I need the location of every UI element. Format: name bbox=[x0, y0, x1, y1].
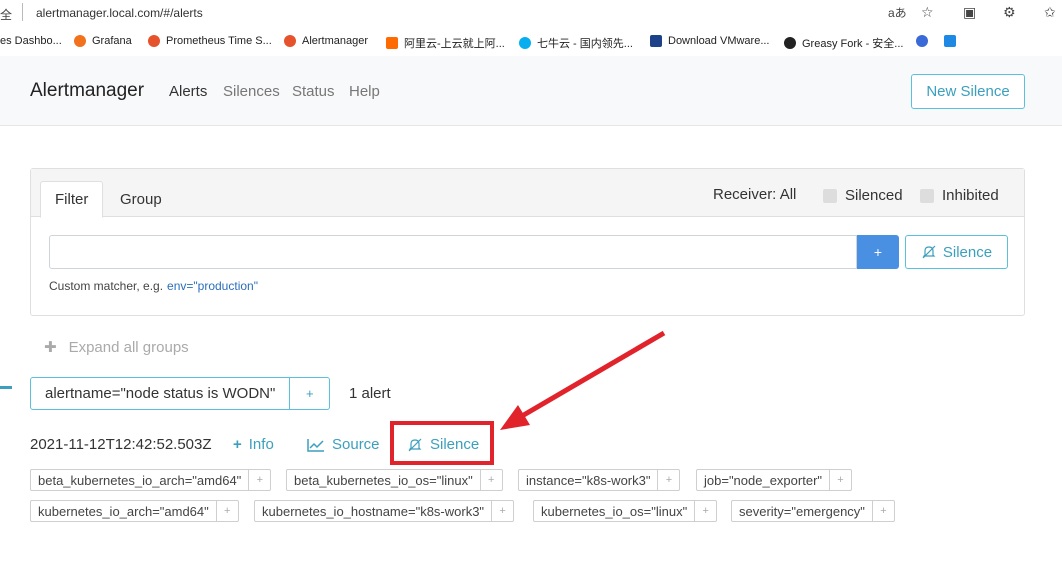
alert-count: 1 alert bbox=[349, 385, 391, 402]
app-navbar: Alertmanager Alerts Silences Status Help… bbox=[0, 56, 1062, 126]
label-add-button[interactable]: + bbox=[249, 469, 272, 491]
bookmark-qiniu[interactable]: 七牛云 - 国内领先... bbox=[519, 35, 633, 51]
nav-alerts[interactable]: Alerts bbox=[169, 83, 207, 100]
label-chip[interactable]: kubernetes_io_os="linux" + bbox=[533, 500, 718, 522]
silenced-checkbox-box[interactable] bbox=[823, 188, 837, 203]
bookmark-grafana[interactable]: Grafana bbox=[74, 35, 132, 47]
bookmark-greasyfork[interactable]: Greasy Fork - 安全... bbox=[784, 35, 903, 51]
prometheus-icon bbox=[148, 35, 160, 47]
favorite-star-icon[interactable]: ☆ bbox=[921, 4, 934, 21]
alert-timestamp: 2021-11-12T12:42:52.503Z bbox=[30, 436, 212, 453]
new-silence-button[interactable]: New Silence bbox=[911, 74, 1025, 109]
read-aloud-icon[interactable]: aあ bbox=[888, 4, 907, 21]
annotation-arrow-shaft bbox=[520, 330, 666, 419]
plus-icon: + bbox=[233, 436, 242, 453]
bell-slash-icon bbox=[922, 245, 936, 259]
label-add-button[interactable]: + bbox=[492, 500, 515, 522]
url-field[interactable]: alertmanager.local.com/#/alerts bbox=[36, 6, 203, 20]
browser-address-bar: 全 alertmanager.local.com/#/alerts aあ ☆ ▣… bbox=[0, 0, 1062, 28]
label-add-button[interactable]: + bbox=[658, 469, 681, 491]
matcher-example: env="production" bbox=[167, 279, 258, 293]
label-chip[interactable]: job="node_exporter" + bbox=[696, 469, 853, 491]
vmware-icon bbox=[650, 35, 662, 47]
nav-silences[interactable]: Silences bbox=[223, 83, 280, 100]
grafana-icon bbox=[74, 35, 86, 47]
bookmark-prometheus[interactable]: Prometheus Time S... bbox=[148, 35, 272, 47]
label-chip[interactable]: severity="emergency" + bbox=[731, 500, 895, 522]
inhibited-checkbox-box[interactable] bbox=[920, 188, 934, 203]
extensions-icon[interactable]: ⚙ bbox=[1003, 4, 1016, 21]
alert-labels-row-2: kubernetes_io_arch="amd64" + kubernetes_i… bbox=[30, 500, 1030, 522]
bookmark-dashboard[interactable]: es Dashbo... bbox=[0, 35, 62, 47]
globe-icon bbox=[916, 35, 928, 47]
label-chip[interactable]: kubernetes_io_hostname="k8s-work3" + bbox=[254, 500, 515, 522]
nav-status[interactable]: Status bbox=[292, 83, 335, 100]
bookmark-extra-2[interactable] bbox=[944, 35, 962, 47]
label-add-button[interactable]: + bbox=[480, 469, 503, 491]
group-label-text[interactable]: alertname="node status is WODN" bbox=[30, 377, 291, 410]
label-add-button[interactable]: + bbox=[872, 500, 895, 522]
tab-filter[interactable]: Filter bbox=[40, 181, 104, 218]
qiniu-icon bbox=[519, 37, 531, 49]
alert-group-label: alertname="node status is WODN" + bbox=[30, 377, 331, 410]
label-add-button[interactable]: + bbox=[695, 500, 718, 522]
alertmanager-fav-icon bbox=[284, 35, 296, 47]
label-add-button[interactable]: + bbox=[830, 469, 853, 491]
nav-help[interactable]: Help bbox=[349, 83, 380, 100]
address-separator bbox=[22, 3, 23, 21]
matcher-hint: Custom matcher, e.g. env="production" bbox=[49, 279, 258, 293]
bookmarks-bar: es Dashbo... Grafana Prometheus Time S..… bbox=[0, 30, 1062, 54]
annotation-highlight-box bbox=[390, 421, 494, 465]
silenced-checkbox[interactable]: Silenced bbox=[823, 187, 903, 204]
bookmark-extra-1[interactable] bbox=[916, 35, 934, 47]
grid-icon bbox=[944, 35, 956, 47]
tab-group[interactable]: Group bbox=[106, 181, 176, 217]
collections-icon[interactable]: ▣ bbox=[963, 4, 976, 21]
inhibited-checkbox[interactable]: Inhibited bbox=[920, 187, 999, 204]
label-chip[interactable]: kubernetes_io_arch="amd64" + bbox=[30, 500, 239, 522]
alert-source-link[interactable]: Source bbox=[307, 436, 380, 453]
annotation-arrow-head bbox=[500, 405, 530, 430]
brand-title[interactable]: Alertmanager bbox=[30, 80, 144, 102]
alert-labels-row-1: beta_kubernetes_io_arch="amd64" + beta_ku… bbox=[30, 469, 1030, 491]
collapse-group-icon[interactable] bbox=[0, 386, 12, 389]
greasyfork-icon bbox=[784, 37, 796, 49]
label-chip[interactable]: beta_kubernetes_io_os="linux" + bbox=[286, 469, 503, 491]
bookmark-alertmanager[interactable]: Alertmanager bbox=[284, 35, 368, 47]
filter-input[interactable] bbox=[49, 235, 857, 269]
security-indicator[interactable]: 全 bbox=[0, 6, 12, 23]
filter-silence-button[interactable]: Silence bbox=[905, 235, 1008, 269]
bookmark-aliyun[interactable]: 阿里云-上云就上阿... bbox=[386, 35, 505, 51]
label-add-button[interactable]: + bbox=[216, 500, 239, 522]
label-chip[interactable]: beta_kubernetes_io_arch="amd64" + bbox=[30, 469, 272, 491]
receiver-select[interactable]: Receiver: All bbox=[713, 186, 796, 203]
add-matcher-button[interactable]: + bbox=[857, 235, 899, 269]
chart-line-icon bbox=[307, 438, 324, 452]
label-chip[interactable]: instance="k8s-work3" + bbox=[518, 469, 681, 491]
group-label-add-button[interactable]: + bbox=[290, 377, 331, 410]
aliyun-icon bbox=[386, 37, 398, 49]
bookmark-vmware[interactable]: Download VMware... bbox=[650, 35, 770, 47]
favorites-bar-icon[interactable]: ✩ bbox=[1044, 4, 1056, 21]
filter-panel-header: Filter Group Receiver: All Silenced Inhi… bbox=[31, 169, 1024, 218]
plus-icon: ✚ bbox=[44, 339, 57, 356]
expand-all-groups[interactable]: ✚ Expand all groups bbox=[44, 338, 189, 357]
filter-panel: Filter Group Receiver: All Silenced Inhi… bbox=[30, 168, 1025, 316]
alert-info-link[interactable]: + Info bbox=[233, 436, 274, 453]
